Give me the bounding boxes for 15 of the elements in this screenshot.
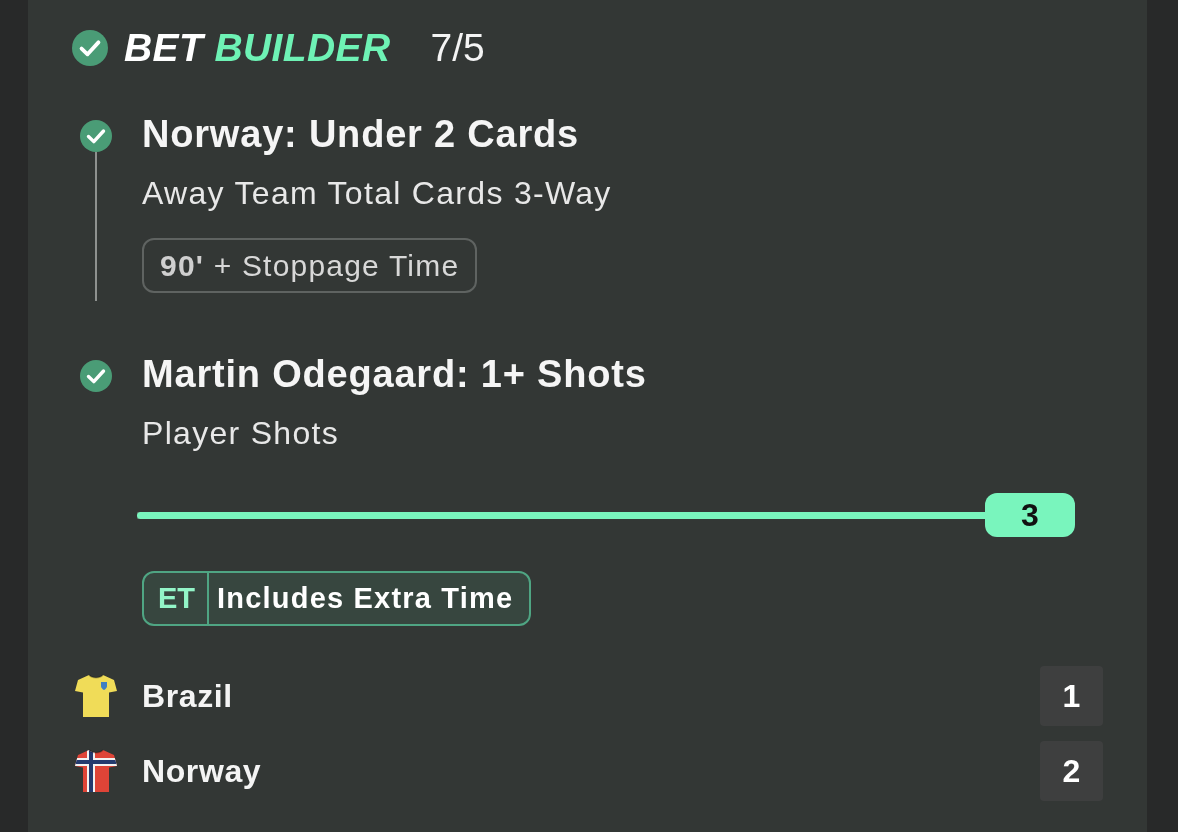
slider-track[interactable]: 3 — [137, 493, 1075, 537]
tag-text: Includes Extra Time — [216, 581, 515, 616]
team-name: Norway — [142, 752, 262, 790]
team-score: 1 — [1040, 666, 1103, 726]
team-name: Brazil — [142, 677, 233, 715]
team-score: 2 — [1040, 741, 1103, 801]
tag-code: ET — [144, 573, 210, 624]
bet-builder-title: BET BUILDER — [124, 26, 391, 70]
period-tag: 90' + Stoppage Time — [142, 238, 478, 293]
selection-title: Norway: Under 2 Cards — [142, 112, 581, 156]
market-name: Away Team Total Cards 3-Way — [142, 174, 613, 213]
slider-thumb[interactable]: 3 — [985, 493, 1075, 537]
selection-title: Martin Odegaard: 1+ Shots — [142, 352, 648, 396]
market-name: Player Shots — [142, 414, 341, 453]
odds-value: 7/5 — [430, 26, 485, 70]
